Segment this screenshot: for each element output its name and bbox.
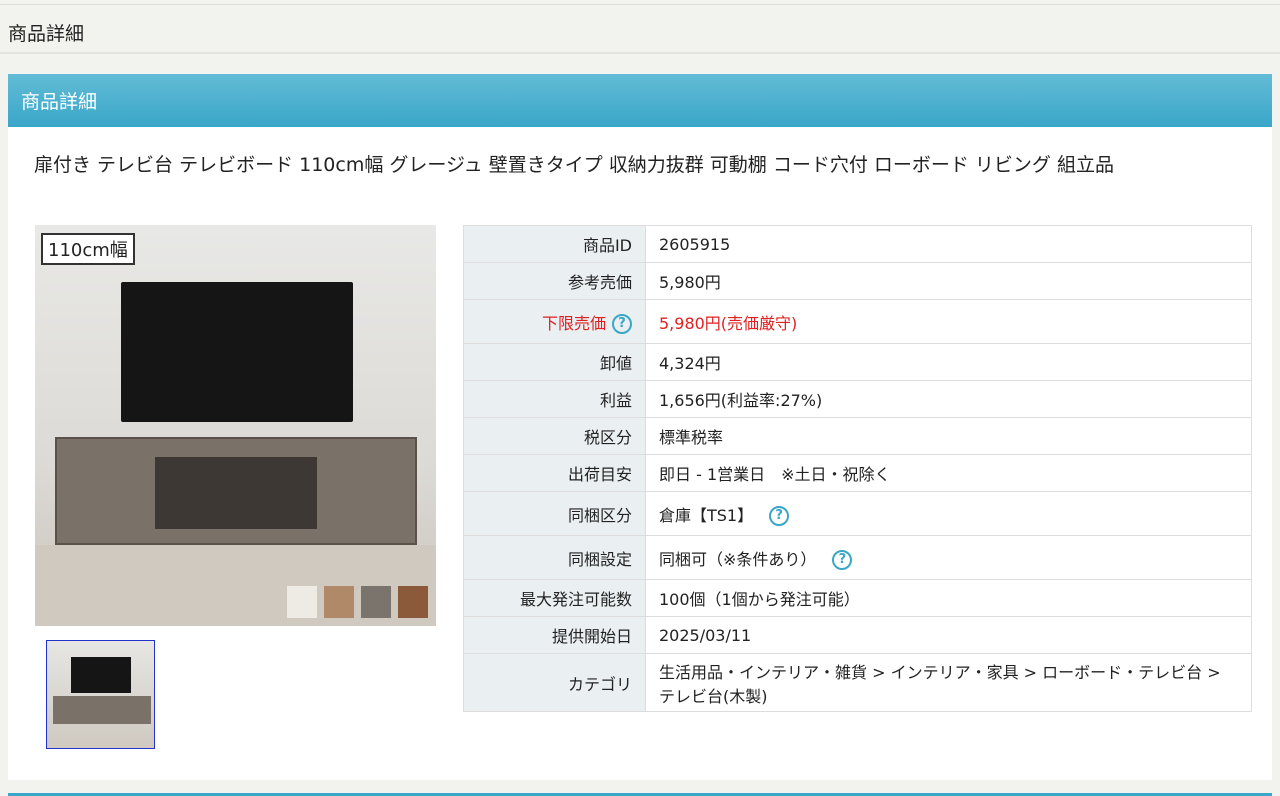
value-text: 生活用品・インテリア・雑貨 > インテリア・家具 > ローボード・テレビ台 > …: [659, 662, 1221, 706]
detail-row: 卸値 4,324円: [463, 343, 1252, 381]
detail-row: 下限売価? 5,980円(売価厳守): [463, 299, 1252, 344]
color-swatch: [398, 586, 428, 618]
detail-value: 標準税率: [645, 417, 1252, 455]
detail-row: カテゴリ 生活用品・インテリア・雑貨 > インテリア・家具 > ローボード・テレビ…: [463, 653, 1252, 712]
tv-stand-shelf: [155, 457, 317, 529]
detail-value: 2605915: [645, 225, 1252, 263]
help-icon[interactable]: ?: [612, 313, 632, 334]
detail-value: 2025/03/11: [645, 616, 1252, 654]
detail-label: 最大発注可能数: [463, 579, 646, 617]
value-text: 5,980円(売価厳守): [659, 313, 798, 333]
detail-row: 商品ID 2605915: [463, 225, 1252, 263]
detail-value: 倉庫【TS1】?: [645, 491, 1252, 536]
detail-row: 出荷目安 即日 - 1営業日 ※土日・祝除く: [463, 454, 1252, 492]
detail-label: 参考売価: [463, 262, 646, 300]
value-text: 2025/03/11: [659, 625, 752, 645]
detail-value: 5,980円: [645, 262, 1252, 300]
label-text: 同梱区分: [567, 505, 632, 525]
label-text: 最大発注可能数: [519, 590, 632, 609]
detail-value: 1,656円(利益率:27%): [645, 380, 1252, 418]
color-swatch: [324, 586, 354, 618]
detail-label: 税区分: [463, 417, 646, 455]
detail-label: 提供開始日: [463, 616, 646, 654]
detail-row: 税区分 標準税率: [463, 417, 1252, 455]
detail-value: 5,980円(売価厳守): [645, 299, 1252, 344]
detail-row: 同梱設定 同梱可（※条件あり）?: [463, 535, 1252, 580]
value-text: 同梱可（※条件あり）: [659, 549, 817, 569]
detail-label: 同梱設定: [463, 535, 646, 580]
value-text: 2605915: [659, 234, 731, 254]
help-icon[interactable]: ?: [832, 549, 853, 570]
detail-label: カテゴリ: [463, 653, 646, 712]
label-text: 出荷目安: [567, 465, 632, 484]
detail-value: 即日 - 1営業日 ※土日・祝除く: [645, 454, 1252, 492]
detail-label: 下限売価?: [463, 299, 646, 344]
page-title: 商品詳細: [8, 23, 85, 45]
product-main-image: 110cm幅: [35, 225, 436, 626]
label-text: 下限売価: [541, 313, 606, 333]
detail-value: 4,324円: [645, 343, 1252, 381]
help-icon[interactable]: ?: [769, 505, 790, 526]
label-text: 提供開始日: [551, 627, 632, 646]
value-text: 倉庫【TS1】: [659, 505, 754, 525]
value-text: 1,656円(利益率:27%): [659, 391, 823, 410]
detail-value: 生活用品・インテリア・雑貨 > インテリア・家具 > ローボード・テレビ台 > …: [645, 653, 1252, 712]
detail-label: 卸値: [463, 343, 646, 381]
label-text: 同梱設定: [567, 549, 632, 569]
value-text: 標準税率: [659, 428, 724, 447]
label-text: 参考売価: [567, 273, 632, 292]
detail-label: 商品ID: [463, 225, 646, 263]
detail-value: 100個（1個から発注可能）: [645, 579, 1252, 617]
color-swatch: [287, 586, 317, 618]
size-badge: 110cm幅: [41, 233, 135, 265]
tv-graphic: [121, 282, 353, 422]
value-text: 100個（1個から発注可能）: [659, 590, 860, 609]
label-text: カテゴリ: [567, 674, 632, 694]
product-detail-panel: 商品詳細 扉付き テレビ台 テレビボード 110cm幅 グレージュ 壁置きタイプ…: [8, 74, 1272, 780]
detail-label: 同梱区分: [463, 491, 646, 536]
product-name: 扉付き テレビ台 テレビボード 110cm幅 グレージュ 壁置きタイプ 収納力抜…: [34, 154, 1114, 176]
detail-label: 利益: [463, 380, 646, 418]
label-text: 税区分: [583, 428, 632, 447]
label-text: 利益: [599, 391, 632, 410]
detail-row: 同梱区分 倉庫【TS1】?: [463, 491, 1252, 536]
detail-label: 出荷目安: [463, 454, 646, 492]
detail-value: 同梱可（※条件あり）?: [645, 535, 1252, 580]
value-text: 即日 - 1営業日 ※土日・祝除く: [659, 465, 891, 484]
page-header: 商品詳細: [0, 4, 1280, 54]
value-text: 4,324円: [659, 354, 721, 373]
panel-header: 商品詳細: [8, 74, 1272, 127]
value-text: 5,980円: [659, 273, 721, 292]
detail-row: 利益 1,656円(利益率:27%): [463, 380, 1252, 418]
product-thumbnail[interactable]: [46, 640, 155, 749]
detail-row: 参考売価 5,980円: [463, 262, 1252, 300]
label-text: 卸値: [599, 354, 632, 373]
product-details-table: 商品ID 2605915 参考売価 5,980円 下限売価? 5,980円(売価厳守) 卸値…: [463, 225, 1252, 712]
detail-row: 提供開始日 2025/03/11: [463, 616, 1252, 654]
label-text: 商品ID: [582, 236, 632, 255]
detail-row: 最大発注可能数 100個（1個から発注可能）: [463, 579, 1252, 617]
color-swatch: [361, 586, 391, 618]
